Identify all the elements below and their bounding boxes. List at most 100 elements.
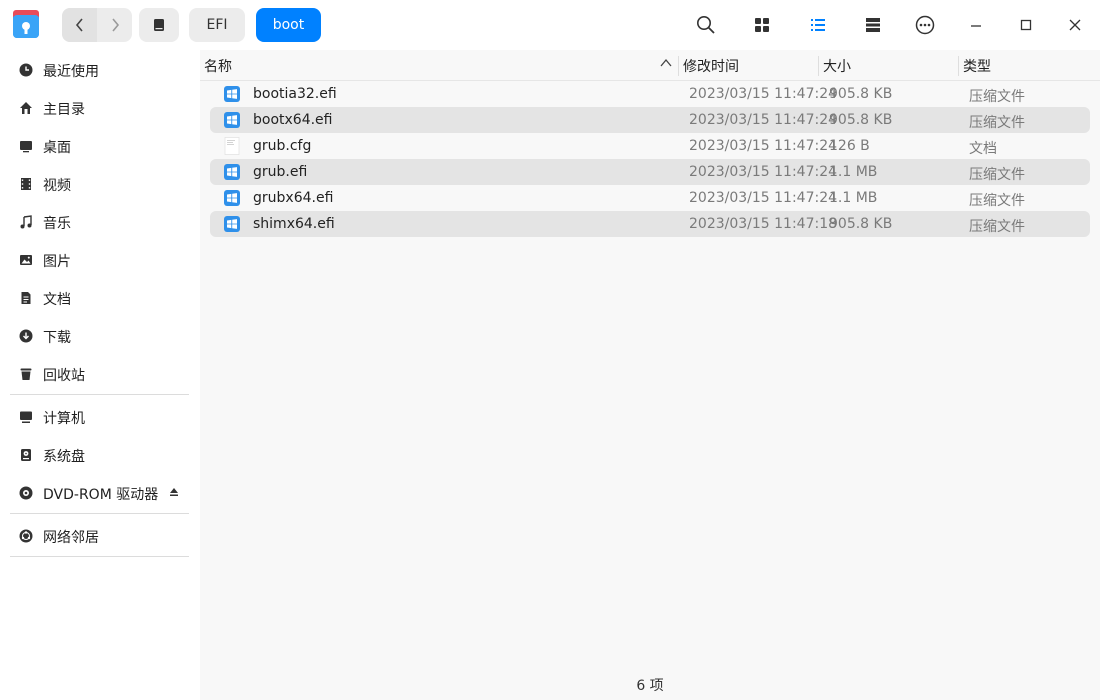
- breadcrumb-root-drive[interactable]: [139, 8, 179, 42]
- sidebar-item-dvd-rom[interactable]: DVD-ROM 驱动器: [0, 477, 200, 509]
- sidebar-item-label: 计算机: [43, 411, 85, 427]
- column-divider[interactable]: [678, 56, 679, 76]
- sidebar-item-desktop[interactable]: 桌面: [0, 130, 200, 162]
- file-manager-icon[interactable]: [12, 9, 40, 39]
- column-header-size[interactable]: 大小: [823, 56, 851, 76]
- maximize-icon: [1020, 19, 1032, 31]
- file-size: 126 B: [829, 138, 870, 154]
- file-row[interactable]: grub.cfg 2023/03/15 11:47:24 126 B 文档: [210, 133, 1090, 159]
- sidebar-item-label: 文档: [43, 292, 71, 308]
- file-list-view: 名称 修改时间 大小 类型 bootia32.efi 2023/03/15 11…: [200, 50, 1100, 700]
- file-modified: 2023/03/15 11:47:24: [689, 138, 838, 154]
- file-size: 905.8 KB: [829, 216, 893, 232]
- forward-button[interactable]: [97, 8, 132, 42]
- column-header-name[interactable]: 名称: [204, 56, 232, 76]
- file-row[interactable]: shimx64.efi 2023/03/15 11:47:18 905.8 KB…: [210, 211, 1090, 237]
- drive-icon: [154, 19, 164, 31]
- sidebar-item-music[interactable]: 音乐: [0, 206, 200, 238]
- network-icon: [19, 529, 33, 543]
- file-type: 文档: [969, 141, 997, 157]
- picture-icon: [19, 253, 33, 267]
- file-modified: 2023/03/15 11:47:24: [689, 190, 838, 206]
- sidebar-item-label: 图片: [43, 254, 71, 270]
- sidebar-item-downloads[interactable]: 下载: [0, 320, 200, 352]
- file-row[interactable]: grubx64.efi 2023/03/15 11:47:24 1.1 MB 压…: [210, 185, 1090, 211]
- dvd-icon: [19, 486, 33, 500]
- sidebar-item-trash[interactable]: 回收站: [0, 358, 200, 390]
- eject-icon[interactable]: [169, 487, 179, 497]
- sidebar-item-videos[interactable]: 视频: [0, 168, 200, 200]
- sidebar-item-label: 系统盘: [43, 449, 85, 465]
- maximize-button[interactable]: [1008, 8, 1044, 42]
- file-row[interactable]: bootx64.efi 2023/03/15 11:47:24 905.8 KB…: [210, 107, 1090, 133]
- clock-icon: [19, 63, 33, 77]
- column-header-type[interactable]: 类型: [963, 56, 991, 76]
- file-name: bootx64.efi: [253, 112, 333, 128]
- file-modified: 2023/03/15 11:47:24: [689, 164, 838, 180]
- sidebar-item-documents[interactable]: 文档: [0, 282, 200, 314]
- text-file-icon: [224, 137, 240, 155]
- sidebar-item-label: 网络邻居: [43, 530, 99, 546]
- trash-icon: [19, 367, 33, 381]
- file-name: shimx64.efi: [253, 216, 335, 232]
- sidebar-item-label: 主目录: [43, 102, 85, 118]
- detail-panel-icon: [866, 18, 880, 32]
- document-icon: [19, 291, 33, 305]
- sidebar-item-label: 最近使用: [43, 64, 99, 80]
- file-size: 1.1 MB: [829, 164, 878, 180]
- search-button[interactable]: [688, 8, 724, 42]
- download-icon: [19, 329, 33, 343]
- home-icon: [19, 101, 33, 115]
- minimize-icon: [971, 25, 981, 27]
- file-name: grub.cfg: [253, 138, 312, 154]
- column-header-row: 名称 修改时间 大小 类型: [200, 50, 1100, 81]
- file-row[interactable]: grub.efi 2023/03/15 11:47:24 1.1 MB 压缩文件: [210, 159, 1090, 185]
- main-menu-button[interactable]: [907, 8, 943, 42]
- column-header-modified[interactable]: 修改时间: [683, 56, 739, 76]
- list-view-button[interactable]: [800, 8, 836, 42]
- sidebar-item-label: 桌面: [43, 140, 71, 156]
- icon-view-button[interactable]: [744, 8, 780, 42]
- file-type: 压缩文件: [969, 115, 1025, 131]
- status-bar-item-count: 6 项: [636, 678, 664, 694]
- sidebar-divider: [10, 513, 189, 514]
- file-name: grub.efi: [253, 164, 308, 180]
- file-modified: 2023/03/15 11:47:18: [689, 216, 838, 232]
- file-row[interactable]: bootia32.efi 2023/03/15 11:47:24 905.8 K…: [210, 81, 1090, 107]
- sidebar-item-label: DVD-ROM 驱动器: [43, 487, 159, 503]
- file-type: 压缩文件: [969, 167, 1025, 183]
- disk-icon: [19, 448, 33, 462]
- sidebar-item-pictures[interactable]: 图片: [0, 244, 200, 276]
- sidebar-divider: [10, 394, 189, 395]
- sidebar-item-recent[interactable]: 最近使用: [0, 54, 200, 86]
- back-button[interactable]: [62, 8, 97, 42]
- file-modified: 2023/03/15 11:47:24: [689, 112, 838, 128]
- detail-view-button[interactable]: [855, 8, 891, 42]
- computer-icon: [19, 410, 33, 424]
- file-size: 905.8 KB: [829, 112, 893, 128]
- sidebar-item-home[interactable]: 主目录: [0, 92, 200, 124]
- column-divider[interactable]: [818, 56, 819, 76]
- sidebar-item-network[interactable]: 网络邻居: [0, 520, 200, 552]
- close-button[interactable]: [1057, 8, 1093, 42]
- column-divider[interactable]: [958, 56, 959, 76]
- efi-file-icon: [224, 190, 240, 206]
- breadcrumb-boot[interactable]: boot: [256, 8, 321, 42]
- minimize-button[interactable]: [958, 8, 994, 42]
- sidebar-item-system-disk[interactable]: 系统盘: [0, 439, 200, 471]
- chevron-left-icon: [75, 18, 83, 32]
- chevron-right-icon: [111, 18, 119, 32]
- efi-file-icon: [224, 86, 240, 102]
- sidebar: 最近使用 主目录 桌面 视频 音乐 图片 文档 下载 回收站 计算机 系统盘 D…: [0, 50, 200, 700]
- music-icon: [19, 215, 33, 229]
- file-size: 905.8 KB: [829, 86, 893, 102]
- close-icon: [1069, 19, 1081, 31]
- sidebar-item-computer[interactable]: 计算机: [0, 401, 200, 433]
- sidebar-item-label: 音乐: [43, 216, 71, 232]
- file-modified: 2023/03/15 11:47:24: [689, 86, 838, 102]
- breadcrumb-efi[interactable]: EFI: [189, 8, 245, 42]
- title-bar: EFI boot: [0, 0, 1100, 50]
- file-name: bootia32.efi: [253, 86, 337, 102]
- sort-ascending-icon[interactable]: [660, 58, 672, 68]
- sidebar-divider: [10, 556, 189, 557]
